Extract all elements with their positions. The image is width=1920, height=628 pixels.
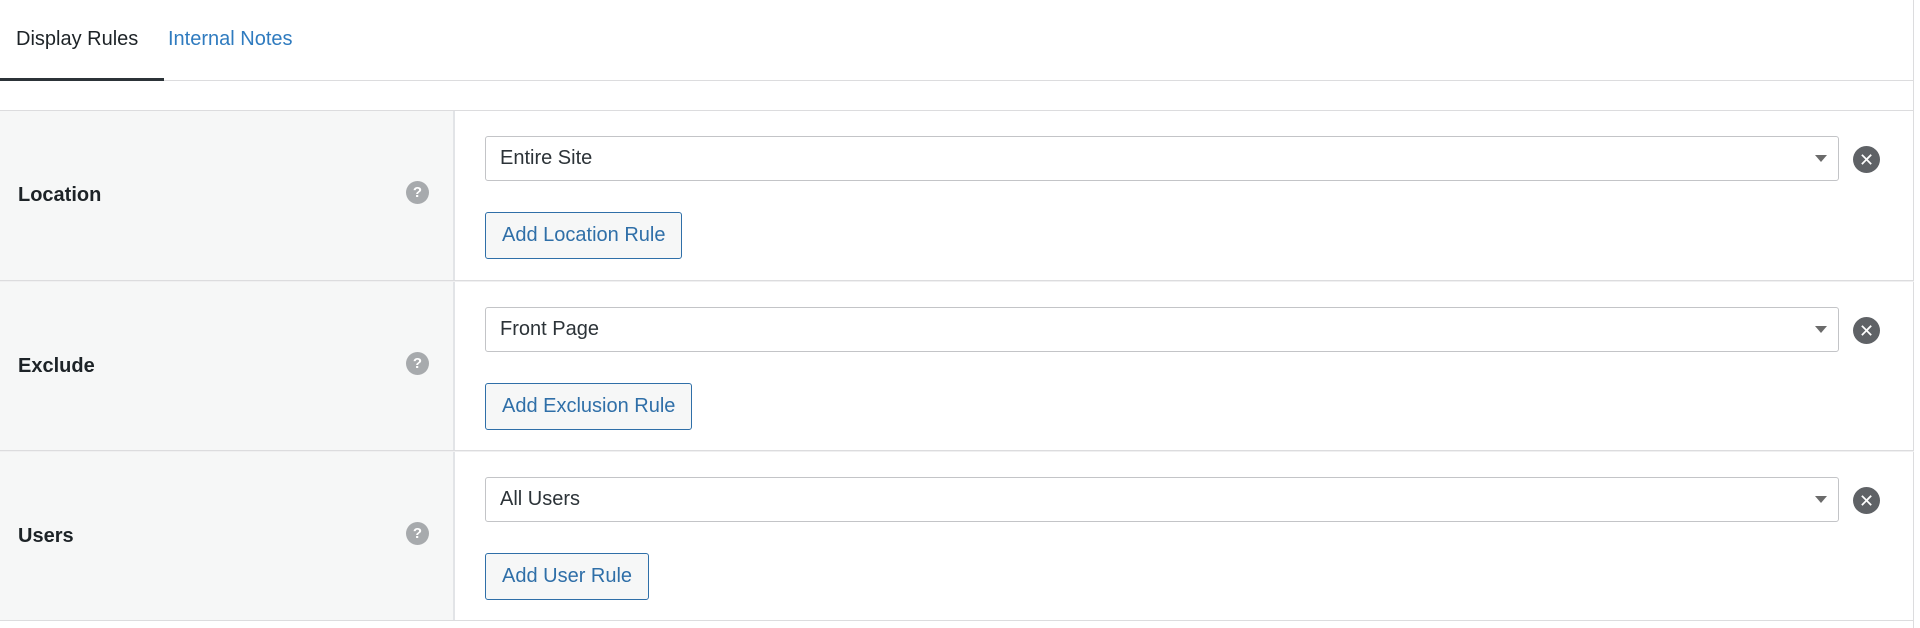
exclude-select[interactable]: Front Page bbox=[485, 307, 1839, 352]
rule-control-cell: Front Page ✕ Add Exclusion Rule bbox=[455, 282, 1914, 450]
caret-down-icon bbox=[1815, 496, 1827, 503]
rule-row-location: Location ? Entire Site ✕ Add Location Ru… bbox=[0, 111, 1914, 281]
question-mark-icon[interactable]: ? bbox=[406, 522, 429, 545]
users-select[interactable]: All Users bbox=[485, 477, 1839, 522]
users-select-value: All Users bbox=[500, 488, 581, 510]
remove-exclude-icon[interactable]: ✕ bbox=[1853, 317, 1880, 344]
add-user-rule-button[interactable]: Add User Rule bbox=[485, 553, 650, 600]
tab-bar: Display Rules Internal Notes bbox=[0, 0, 1914, 81]
rule-label-exclude: Exclude bbox=[18, 354, 95, 377]
display-rules-panel: Display Rules Internal Notes Location ? … bbox=[0, 0, 1914, 628]
location-select[interactable]: Entire Site bbox=[485, 136, 1839, 181]
question-mark-icon[interactable]: ? bbox=[406, 181, 429, 204]
exclude-select-value: Front Page bbox=[500, 318, 599, 340]
rule-label-location: Location bbox=[18, 184, 102, 206]
rule-label-cell: Users ? bbox=[0, 452, 455, 620]
add-location-rule-button[interactable]: Add Location Rule bbox=[485, 212, 683, 259]
caret-down-icon bbox=[1815, 326, 1827, 333]
add-exclusion-rule-button[interactable]: Add Exclusion Rule bbox=[485, 383, 693, 430]
rule-control-cell: Entire Site ✕ Add Location Rule bbox=[455, 111, 1914, 280]
rules-table: Location ? Entire Site ✕ Add Location Ru… bbox=[0, 110, 1914, 621]
caret-down-icon bbox=[1815, 155, 1827, 162]
remove-users-icon[interactable]: ✕ bbox=[1853, 487, 1880, 514]
location-select-value: Entire Site bbox=[500, 147, 593, 169]
question-mark-icon[interactable]: ? bbox=[406, 352, 429, 375]
remove-location-icon[interactable]: ✕ bbox=[1853, 146, 1880, 173]
rule-label-users: Users bbox=[18, 524, 74, 547]
rule-label-cell: Exclude ? bbox=[0, 282, 455, 450]
rule-control-cell: All Users ✕ Add User Rule bbox=[455, 452, 1914, 620]
tab-internal-notes[interactable]: Internal Notes bbox=[0, 0, 319, 80]
rule-row-exclude: Exclude ? Front Page ✕ Add Exclusion Rul… bbox=[0, 281, 1914, 451]
rule-label-cell: Location ? bbox=[0, 111, 455, 280]
rule-row-users: Users ? All Users ✕ Add User Rule bbox=[0, 451, 1914, 621]
